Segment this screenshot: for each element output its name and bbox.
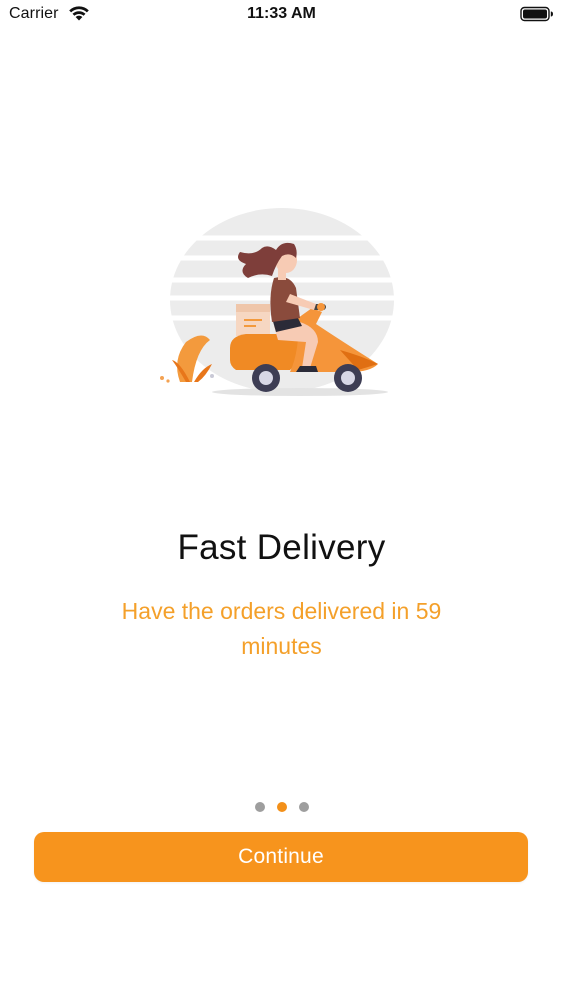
- page-dot-3[interactable]: [298, 802, 309, 812]
- onboarding-subtitle: Have the orders delivered in 59 minutes: [121, 598, 442, 659]
- page-indicator[interactable]: [0, 802, 563, 812]
- status-bar: Carrier 11:33 AM: [0, 0, 563, 30]
- continue-button[interactable]: Continue: [34, 832, 528, 882]
- scooter-delivery-illustration: [150, 208, 415, 396]
- page-dot-1[interactable]: [254, 802, 265, 812]
- battery-icon: [520, 6, 553, 22]
- onboarding-title: Fast Delivery: [177, 528, 386, 567]
- status-time: 11:33 AM: [247, 5, 316, 22]
- page-dot-2-active[interactable]: [276, 802, 287, 812]
